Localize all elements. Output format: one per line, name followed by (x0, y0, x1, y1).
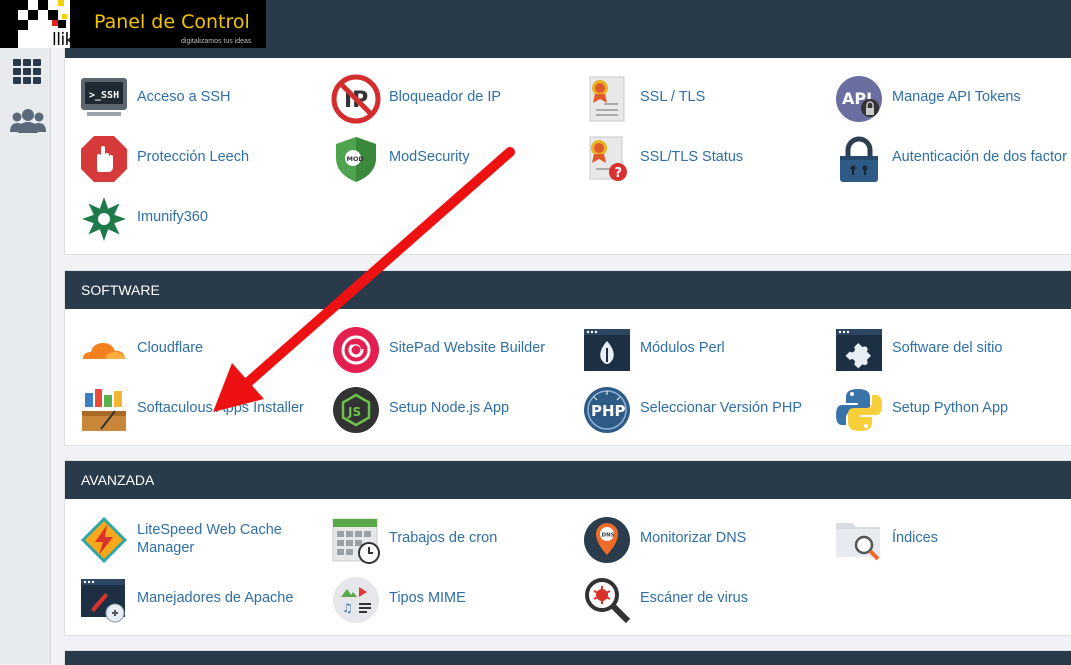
cron-calendar-icon (331, 515, 381, 565)
avanzada-panel: AVANZADA LiteSpeed Web Cache Manager Tra… (64, 460, 1071, 636)
tool-litespeed[interactable]: LiteSpeed Web Cache Manager (65, 514, 315, 564)
tool-mime-types[interactable]: ♫ Tipos MIME (317, 574, 567, 624)
mime-types-icon: ♫ (331, 575, 381, 625)
svg-text:?: ? (615, 166, 623, 181)
top-bar: llika Panel de Control digitalizamos tus… (0, 0, 1071, 50)
tool-modsecurity[interactable]: MOD ModSecurity (317, 133, 567, 183)
users-icon[interactable] (9, 106, 47, 136)
tool-sitepad[interactable]: SitePad Website Builder (317, 324, 567, 374)
ssl-certificate-icon (582, 74, 632, 124)
tool-label: Softaculous Apps Installer (137, 400, 304, 416)
tool-label: Tipos MIME (389, 590, 466, 606)
security-panel: >_SSH Acceso a SSH IP Bloqueador de IP S… (64, 48, 1071, 255)
nodejs-icon: JS (331, 385, 381, 435)
tool-ssl-tls-status[interactable]: ? SSL/TLS Status (568, 133, 818, 183)
avanzada-panel-header[interactable]: AVANZADA (65, 461, 1071, 499)
tool-label: Software del sitio (892, 340, 1003, 356)
tool-label: Protección Leech (137, 149, 250, 165)
tool-leech-protection[interactable]: Protección Leech (65, 133, 315, 183)
perl-modules-icon (582, 325, 632, 375)
tool-ip-blocker[interactable]: IP Bloqueador de IP (317, 73, 567, 124)
svg-text:DNS: DNS (602, 533, 615, 539)
tool-label: Monitorizar DNS (640, 530, 747, 546)
tool-label: Cloudflare (137, 340, 204, 356)
tool-api-tokens[interactable]: API Manage API Tokens (820, 73, 1070, 123)
php-icon: PHP (582, 385, 632, 435)
virus-scanner-icon (582, 575, 632, 625)
tool-ssl-tls[interactable]: SSL / TLS (568, 73, 818, 123)
tool-virus-scanner[interactable]: Escáner de virus (568, 574, 818, 624)
panel-title: Panel de Control (94, 11, 250, 33)
imunify360-icon (79, 194, 129, 244)
brand-logo[interactable]: llika Panel de Control digitalizamos tus… (0, 0, 266, 50)
tool-label: SitePad Website Builder (389, 340, 546, 356)
apache-handlers-icon (79, 575, 129, 625)
software-panel: SOFTWARE Cloudflare SitePad Website Buil… (64, 270, 1071, 446)
svg-text:MOD: MOD (347, 155, 365, 163)
tool-site-software[interactable]: Software del sitio (820, 324, 1070, 374)
ip-blocker-icon: IP (331, 74, 381, 124)
tool-label: Imunify360 (137, 209, 208, 225)
next-panel (64, 650, 1071, 665)
leech-hand-icon (79, 134, 129, 184)
tool-label: ModSecurity (389, 149, 470, 165)
tool-label: Autenticación de dos factor (892, 149, 1067, 165)
grid-icon[interactable] (12, 58, 44, 88)
tool-label: Escáner de virus (640, 590, 748, 606)
tool-php-version[interactable]: PHP Seleccionar Versión PHP (568, 384, 818, 434)
tool-cloudflare[interactable]: Cloudflare (65, 324, 315, 374)
python-icon (834, 385, 884, 435)
modsecurity-shield-icon: MOD (331, 134, 381, 184)
tool-label: Módulos Perl (640, 340, 725, 356)
tool-label: LiteSpeed Web Cache Manager (137, 522, 282, 556)
tool-softaculous[interactable]: Softaculous Apps Installer (65, 384, 315, 434)
tool-label: Acceso a SSH (137, 89, 231, 105)
software-panel-header[interactable]: SOFTWARE (65, 271, 1071, 309)
tool-nodejs[interactable]: JS Setup Node.js App (317, 384, 567, 434)
folder-search-icon (834, 515, 884, 565)
svg-text:>_SSH: >_SSH (89, 90, 119, 101)
tool-label: Setup Python App (892, 400, 1009, 416)
litespeed-icon (79, 515, 129, 565)
ssh-terminal-icon: >_SSH (79, 74, 129, 124)
tool-perl-modules[interactable]: Módulos Perl (568, 324, 818, 374)
svg-text:♫: ♫ (342, 601, 353, 615)
sitepad-icon (331, 325, 381, 375)
logo-mark: llika (18, 0, 84, 50)
tool-label: SSL / TLS (640, 89, 706, 105)
tool-label: Seleccionar Versión PHP (640, 400, 802, 416)
tool-apache-handlers[interactable]: Manejadores de Apache (65, 574, 315, 624)
puzzle-icon (834, 325, 884, 375)
svg-text:PHP: PHP (591, 402, 626, 420)
logo-text: llika (52, 30, 84, 50)
cloudflare-icon (79, 325, 129, 375)
dns-monitor-icon: DNS (582, 515, 632, 565)
tool-label: Índices (892, 530, 938, 546)
brand-tagline: digitalizamos tus ideas (181, 38, 252, 45)
svg-text:JS: JS (347, 405, 361, 419)
tool-cron-jobs[interactable]: Trabajos de cron (317, 514, 567, 564)
tool-label: Trabajos de cron (389, 530, 498, 546)
softaculous-icon (79, 385, 129, 435)
api-token-icon: API (834, 74, 884, 124)
security-panel-header (65, 48, 1071, 58)
tool-label: SSL/TLS Status (640, 149, 744, 165)
tool-python-app[interactable]: Setup Python App (820, 384, 1070, 434)
left-sidebar (0, 48, 51, 664)
tool-dns-monitor[interactable]: DNS Monitorizar DNS (568, 514, 818, 564)
tool-indexes[interactable]: Índices (820, 514, 1070, 564)
ssl-status-icon: ? (582, 134, 632, 184)
tool-ssh-access[interactable]: >_SSH Acceso a SSH (65, 73, 315, 123)
tool-label: Setup Node.js App (389, 400, 510, 416)
next-panel-header (65, 651, 1071, 665)
tool-label: Bloqueador de IP (389, 89, 502, 105)
padlock-icon (834, 134, 884, 184)
tool-label: Manage API Tokens (892, 89, 1021, 105)
tool-two-factor[interactable]: Autenticación de dos factor (820, 133, 1071, 183)
tool-label: Manejadores de Apache (137, 590, 294, 606)
tool-imunify360[interactable]: Imunify360 (65, 193, 315, 243)
